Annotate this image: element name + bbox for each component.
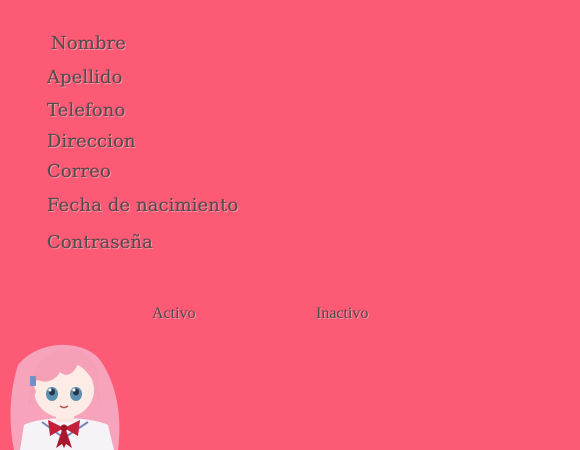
correo-label: Correo (47, 161, 111, 182)
direccion-label: Direccion (47, 131, 136, 152)
fecha-nacimiento-label: Fecha de nacimiento (47, 195, 239, 216)
contrasena-label: Contraseña (47, 232, 153, 253)
inactivo-option[interactable]: Inactivo (316, 304, 368, 324)
nombre-label: Nombre (51, 33, 127, 54)
anime-girl-mascot-image (10, 344, 120, 450)
apellido-label: Apellido (47, 67, 123, 88)
activo-option[interactable]: Activo (152, 304, 196, 324)
telefono-label: Telefono (47, 100, 126, 121)
